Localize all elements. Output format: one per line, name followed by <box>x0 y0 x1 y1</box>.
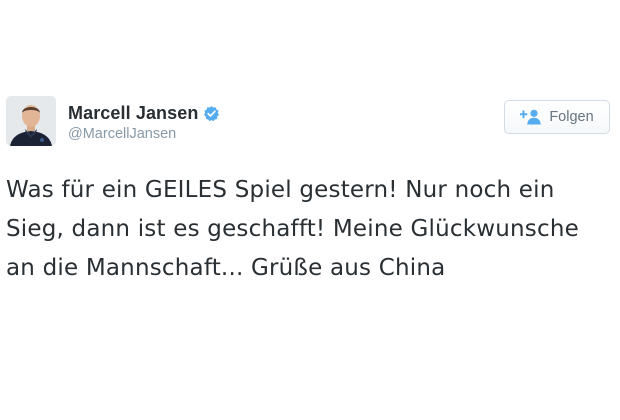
author-handle[interactable]: @MarcellJansen <box>68 126 176 142</box>
verified-badge-icon <box>203 105 220 122</box>
follow-button-label: Folgen <box>549 109 594 125</box>
tweet-text: Was für ein GEILES Spiel gestern! Nur no… <box>6 177 579 281</box>
author-name-row: Marcell Jansen <box>68 101 220 125</box>
avatar[interactable] <box>6 96 56 146</box>
avatar-image <box>6 96 56 146</box>
follow-button[interactable]: Folgen <box>504 100 610 134</box>
author-display-name[interactable]: Marcell Jansen <box>68 103 198 124</box>
follow-person-plus-icon <box>519 109 542 125</box>
